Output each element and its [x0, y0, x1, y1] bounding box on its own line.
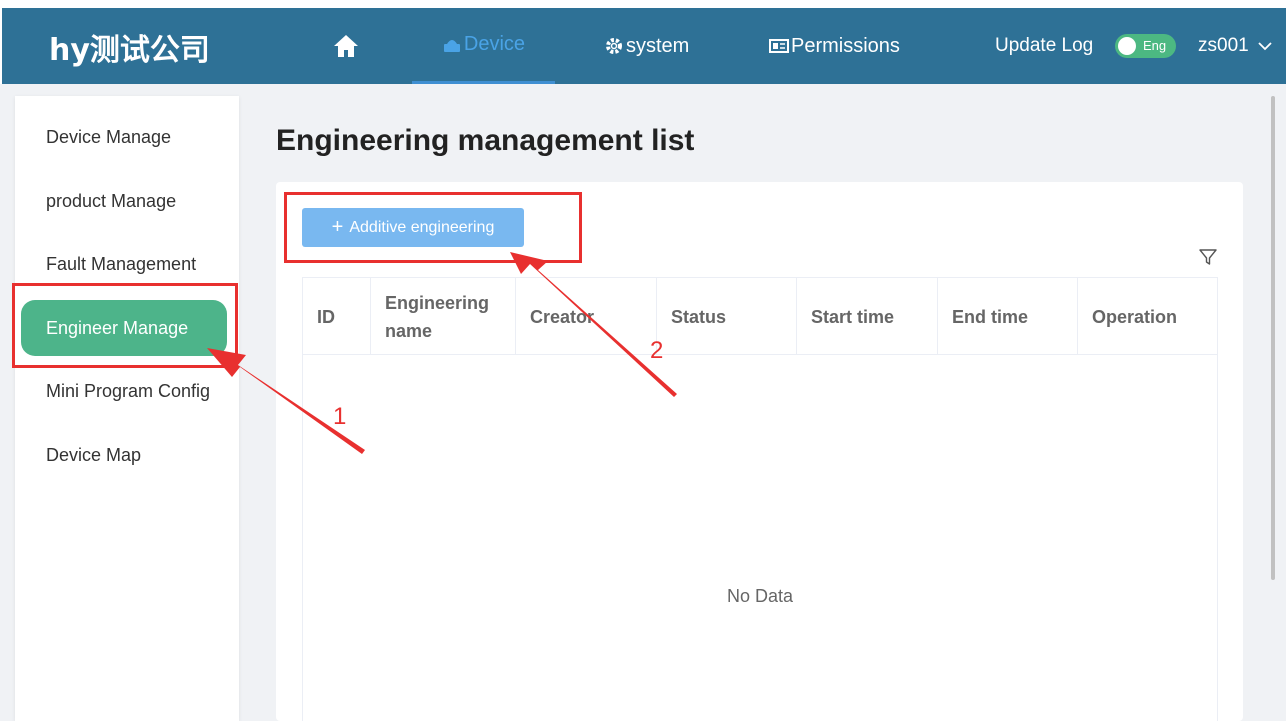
sidebar: Device Manage product Manage Fault Manag… [15, 96, 239, 721]
nav-device[interactable]: Device [412, 8, 555, 84]
empty-state-text: No Data [726, 586, 794, 606]
page-title: Engineering management list [276, 124, 695, 157]
toggle-label: Eng [1143, 38, 1167, 53]
navbar: hy测试公司 Device system Permissions Update … [2, 8, 1286, 84]
user-name: zs001 [1198, 35, 1249, 56]
column-header-end-time[interactable]: End time [938, 278, 1078, 355]
column-header-engineering-name[interactable]: Engineering name [371, 278, 516, 355]
annotation-box-2 [284, 192, 582, 263]
nav-device-label: Device [463, 33, 526, 55]
column-header-creator[interactable]: Creator [516, 278, 657, 355]
toggle-knob [1118, 37, 1136, 55]
table-header: ID Engineering name Creator Status Start… [303, 278, 1217, 355]
annotation-number-2: 2 [650, 337, 664, 364]
sidebar-item-product-manage[interactable]: product Manage [21, 173, 227, 229]
engineering-table: ID Engineering name Creator Status Start… [302, 277, 1218, 721]
sidebar-item-device-map[interactable]: Device Map [21, 427, 227, 483]
nav-home[interactable] [332, 8, 362, 84]
nav-permissions[interactable]: Permissions [769, 8, 900, 84]
annotation-box-1 [12, 283, 238, 368]
column-header-start-time[interactable]: Start time [797, 278, 938, 355]
sidebar-item-device-manage[interactable]: Device Manage [21, 109, 227, 165]
nav-permissions-label: Permissions [791, 34, 900, 57]
sidebar-item-mini-program-config[interactable]: Mini Program Config [21, 363, 227, 419]
chevron-down-icon [1258, 42, 1272, 51]
column-header-operation[interactable]: Operation [1078, 278, 1217, 355]
language-toggle[interactable]: Eng [1115, 34, 1176, 58]
column-header-id[interactable]: ID [303, 278, 371, 355]
column-header-status[interactable]: Status [657, 278, 797, 355]
user-menu[interactable]: zs001 [1198, 8, 1273, 84]
nav-system[interactable]: system [604, 8, 689, 84]
device-icon [443, 39, 460, 52]
id-card-icon [769, 39, 789, 53]
brand-logo: hy测试公司 [49, 33, 210, 68]
annotation-number-1: 1 [333, 403, 347, 430]
filter-icon[interactable] [1198, 247, 1218, 267]
gear-icon [606, 38, 622, 54]
home-icon [334, 35, 358, 57]
update-log-link[interactable]: Update Log [995, 8, 1093, 84]
scrollbar[interactable] [1271, 96, 1275, 580]
nav-system-label: system [626, 34, 690, 57]
